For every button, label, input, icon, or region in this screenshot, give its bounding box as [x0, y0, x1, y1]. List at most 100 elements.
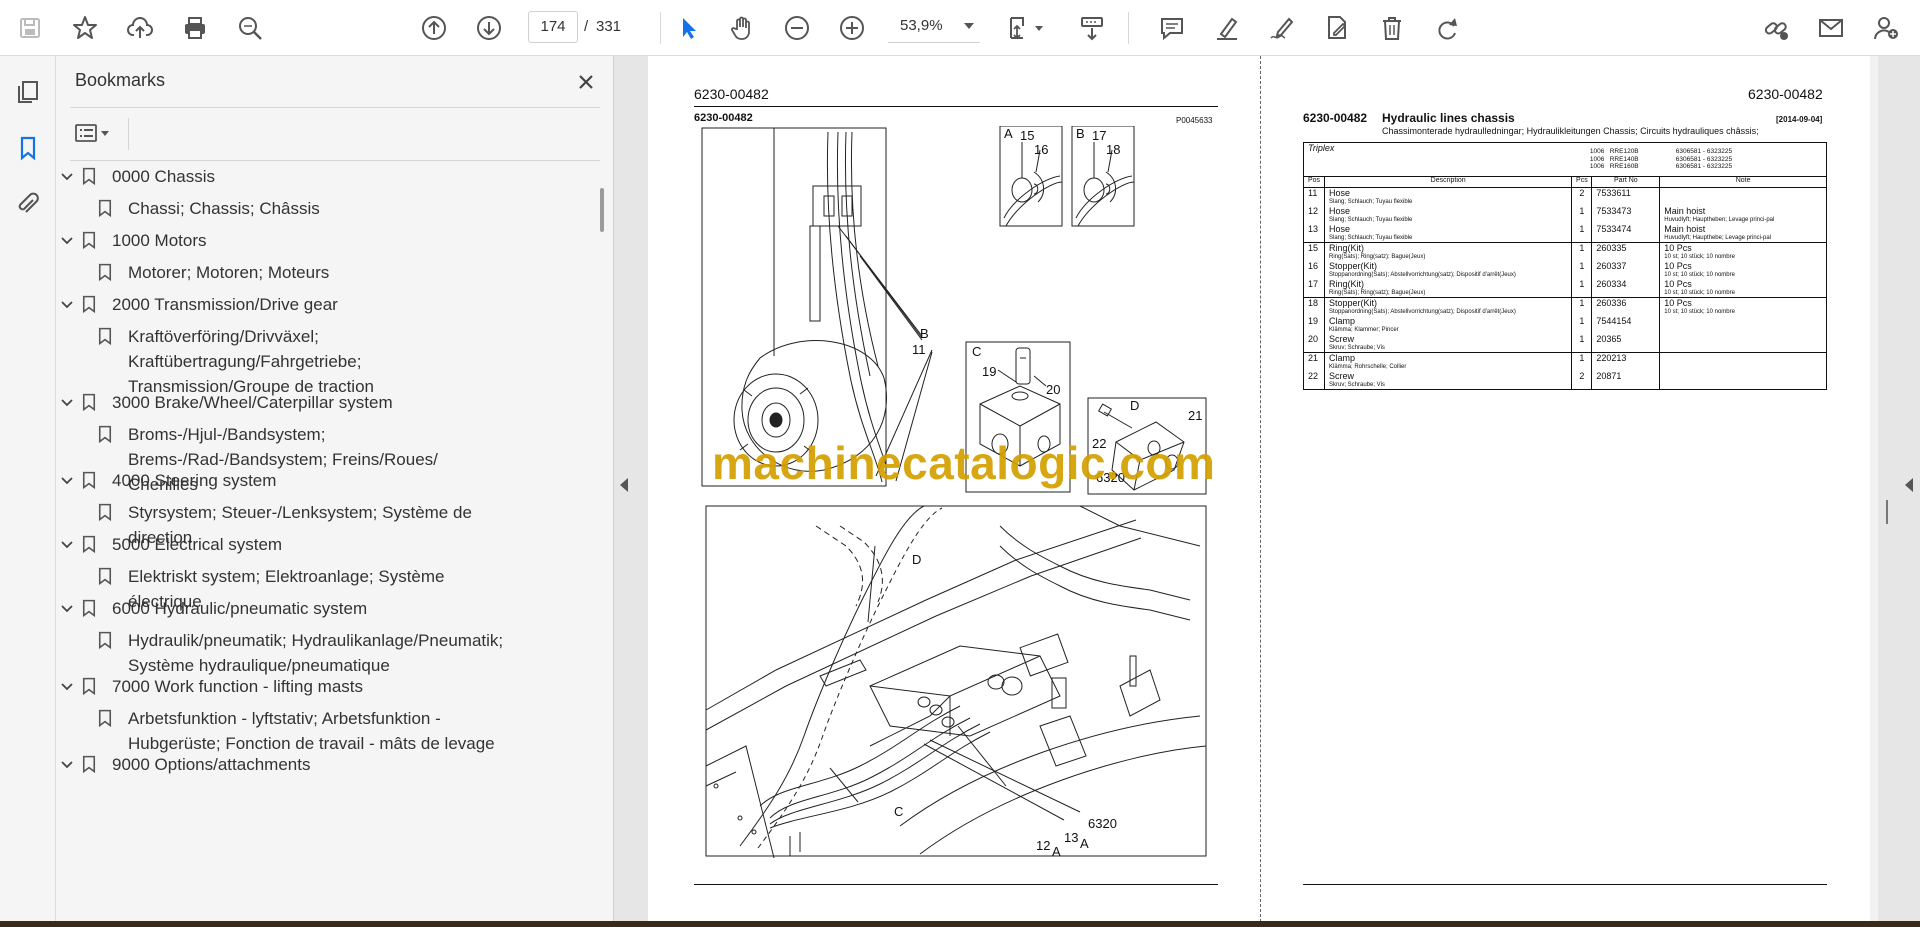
toolbar-divider	[1128, 12, 1129, 44]
detail-frame	[701, 127, 887, 487]
bookmark-icon	[94, 260, 116, 285]
panel-divider	[70, 160, 600, 161]
col-header-part-no: Part No	[1591, 176, 1661, 188]
label-b-main: B	[920, 326, 929, 341]
cell-pos: 16	[1308, 261, 1319, 271]
cell-description-translations: Klämma; Rohrschelle; Collier	[1328, 364, 1407, 370]
chevron-down-icon[interactable]	[56, 468, 78, 493]
table-row: 18 Stopper(Kit) Stoppanordning(Sats); Abst…	[1303, 297, 1827, 316]
close-icon[interactable]	[572, 68, 600, 96]
add-user-icon[interactable]	[1866, 8, 1906, 48]
select-cursor-icon[interactable]	[668, 8, 708, 48]
bookmark-icon	[78, 390, 100, 415]
trash-icon[interactable]	[1372, 8, 1412, 48]
signature-pen-icon[interactable]	[1262, 8, 1302, 48]
cell-description-translations: Slang; Schlauch; Tuyau flexible	[1328, 217, 1413, 223]
expand-right-panel-icon[interactable]	[1905, 478, 1913, 492]
cell-description: Hose	[1328, 188, 1350, 198]
bookmark-section[interactable]: 3000 Brake/Wheel/Caterpillar system	[58, 390, 552, 415]
cell-description: Ring(Kit)	[1328, 279, 1364, 289]
edit-pdf-icon[interactable]	[1317, 8, 1357, 48]
cell-pcs: 1	[1579, 224, 1585, 234]
cell-pos: 21	[1308, 353, 1319, 363]
bookmark-item[interactable]: Hydraulik/pneumatik; Hydraulikanlage/Pne…	[94, 628, 508, 678]
cell-pcs: 1	[1579, 298, 1585, 308]
chevron-down-icon[interactable]	[56, 292, 78, 317]
bookmark-section[interactable]: 1000 Motors	[58, 228, 552, 253]
cell-note-translations: 10 st; 10 stück; 10 nombre	[1664, 309, 1735, 315]
table-model-row: Triplex 1006 RRE120B 1006 RRE140B 1006 R…	[1302, 142, 1827, 177]
cell-part-no: 7533474	[1596, 224, 1632, 234]
save-icon[interactable]	[10, 8, 50, 48]
cell-note: 10 Pcs	[1664, 243, 1692, 253]
print-icon[interactable]	[175, 8, 215, 48]
scrollbar-thumb[interactable]	[600, 188, 604, 232]
label-6320: 6320	[1088, 816, 1117, 831]
bookmark-icon	[78, 674, 100, 699]
next-page-icon[interactable]	[469, 8, 509, 48]
bookmark-icon	[78, 468, 100, 493]
label-d: D	[1130, 398, 1139, 413]
right-panel-handle[interactable]	[1886, 500, 1888, 524]
star-icon[interactable]	[65, 8, 105, 48]
cell-pcs: 2	[1579, 188, 1585, 198]
bookmark-item[interactable]: Chassi; Chassis; Châssis	[94, 196, 508, 221]
bookmark-section[interactable]: 4000 Steering system	[58, 468, 552, 493]
scroll-mode-icon[interactable]	[1072, 8, 1112, 48]
link-share-icon[interactable]	[1756, 8, 1796, 48]
cell-part-no: 7544154	[1596, 316, 1632, 326]
page-fit-icon[interactable]	[1000, 8, 1050, 48]
bookmark-label: Kraftöverföring/Drivväxel; Kraftübertrag…	[128, 327, 374, 396]
chevron-down-icon[interactable]	[56, 532, 78, 557]
highlight-pen-icon[interactable]	[1207, 8, 1247, 48]
left-tool-rail	[0, 56, 56, 922]
cell-description: Stopper(Kit)	[1328, 298, 1378, 308]
model-list: 1006 RRE120B 1006 RRE140B 1006 RRE160B	[1589, 148, 1639, 170]
zoom-in-icon[interactable]	[832, 8, 872, 48]
bookmark-options-button[interactable]	[74, 118, 122, 148]
bookmarks-icon[interactable]	[8, 128, 48, 168]
comment-icon[interactable]	[1152, 8, 1192, 48]
right-page-header: 6230-00482	[1748, 86, 1823, 102]
hand-tool-icon[interactable]	[722, 8, 762, 48]
cell-pcs: 2	[1579, 371, 1585, 381]
redo-icon[interactable]	[1427, 8, 1467, 48]
cell-note: Main hoist	[1664, 206, 1706, 216]
upload-cloud-icon[interactable]	[120, 8, 160, 48]
bookmark-item[interactable]: Arbetsfunktion - lyftstativ; Arbetsfunkt…	[94, 706, 508, 756]
cell-description: Clamp	[1328, 316, 1355, 326]
page-divider	[1260, 56, 1261, 922]
bookmark-section[interactable]: 6000 Hydraulic/pneumatic system	[58, 596, 552, 621]
cell-part-no: 20871	[1596, 371, 1622, 381]
chevron-down-icon[interactable]	[56, 228, 78, 253]
previous-page-icon[interactable]	[414, 8, 454, 48]
chevron-down-icon[interactable]	[56, 164, 78, 189]
table-row: 15 Ring(Kit) Ring(Sats); Ring(satz); Bague…	[1303, 242, 1827, 261]
bookmark-section[interactable]: 2000 Transmission/Drive gear	[58, 292, 552, 317]
table-header-row: Pos Description Pcs Part No Note	[1303, 176, 1827, 188]
zoom-out-icon[interactable]	[777, 8, 817, 48]
bookmark-section[interactable]: 5000 Electrical system	[58, 532, 552, 557]
zoom-level-select[interactable]: 53,9%	[888, 11, 980, 43]
chevron-down-icon[interactable]	[56, 390, 78, 415]
attachments-paperclip-icon[interactable]	[8, 184, 48, 224]
page-number-input[interactable]: 174	[528, 11, 578, 43]
watermark: machinecatalogic.com	[712, 437, 1216, 489]
page-thumbnails-icon[interactable]	[8, 72, 48, 112]
bookmark-icon	[78, 752, 100, 777]
bookmark-section[interactable]: 7000 Work function - lifting masts	[58, 674, 552, 699]
bookmark-item[interactable]: Motorer; Motoren; Moteurs	[94, 260, 508, 285]
email-icon[interactable]	[1811, 8, 1851, 48]
cell-note-translations: 10 st; 10 stück; 10 nombre	[1664, 272, 1735, 278]
cell-note-translations: 10 st; 10 stück; 10 nombre	[1664, 254, 1735, 260]
chevron-down-icon[interactable]	[56, 674, 78, 699]
chevron-down-icon[interactable]	[56, 752, 78, 777]
cell-description-translations: Skruv; Schraube; Vis	[1328, 345, 1385, 351]
collapse-left-panel-icon[interactable]	[620, 478, 628, 492]
zoom-search-icon[interactable]	[230, 8, 270, 48]
bookmark-section[interactable]: 9000 Options/attachments	[58, 752, 552, 777]
bookmark-scrollbar[interactable]	[594, 186, 608, 912]
chevron-down-icon[interactable]	[56, 596, 78, 621]
bookmark-section[interactable]: 0000 Chassis	[58, 164, 552, 189]
bookmark-item[interactable]: Kraftöverföring/Drivväxel; Kraftübertrag…	[94, 324, 508, 399]
